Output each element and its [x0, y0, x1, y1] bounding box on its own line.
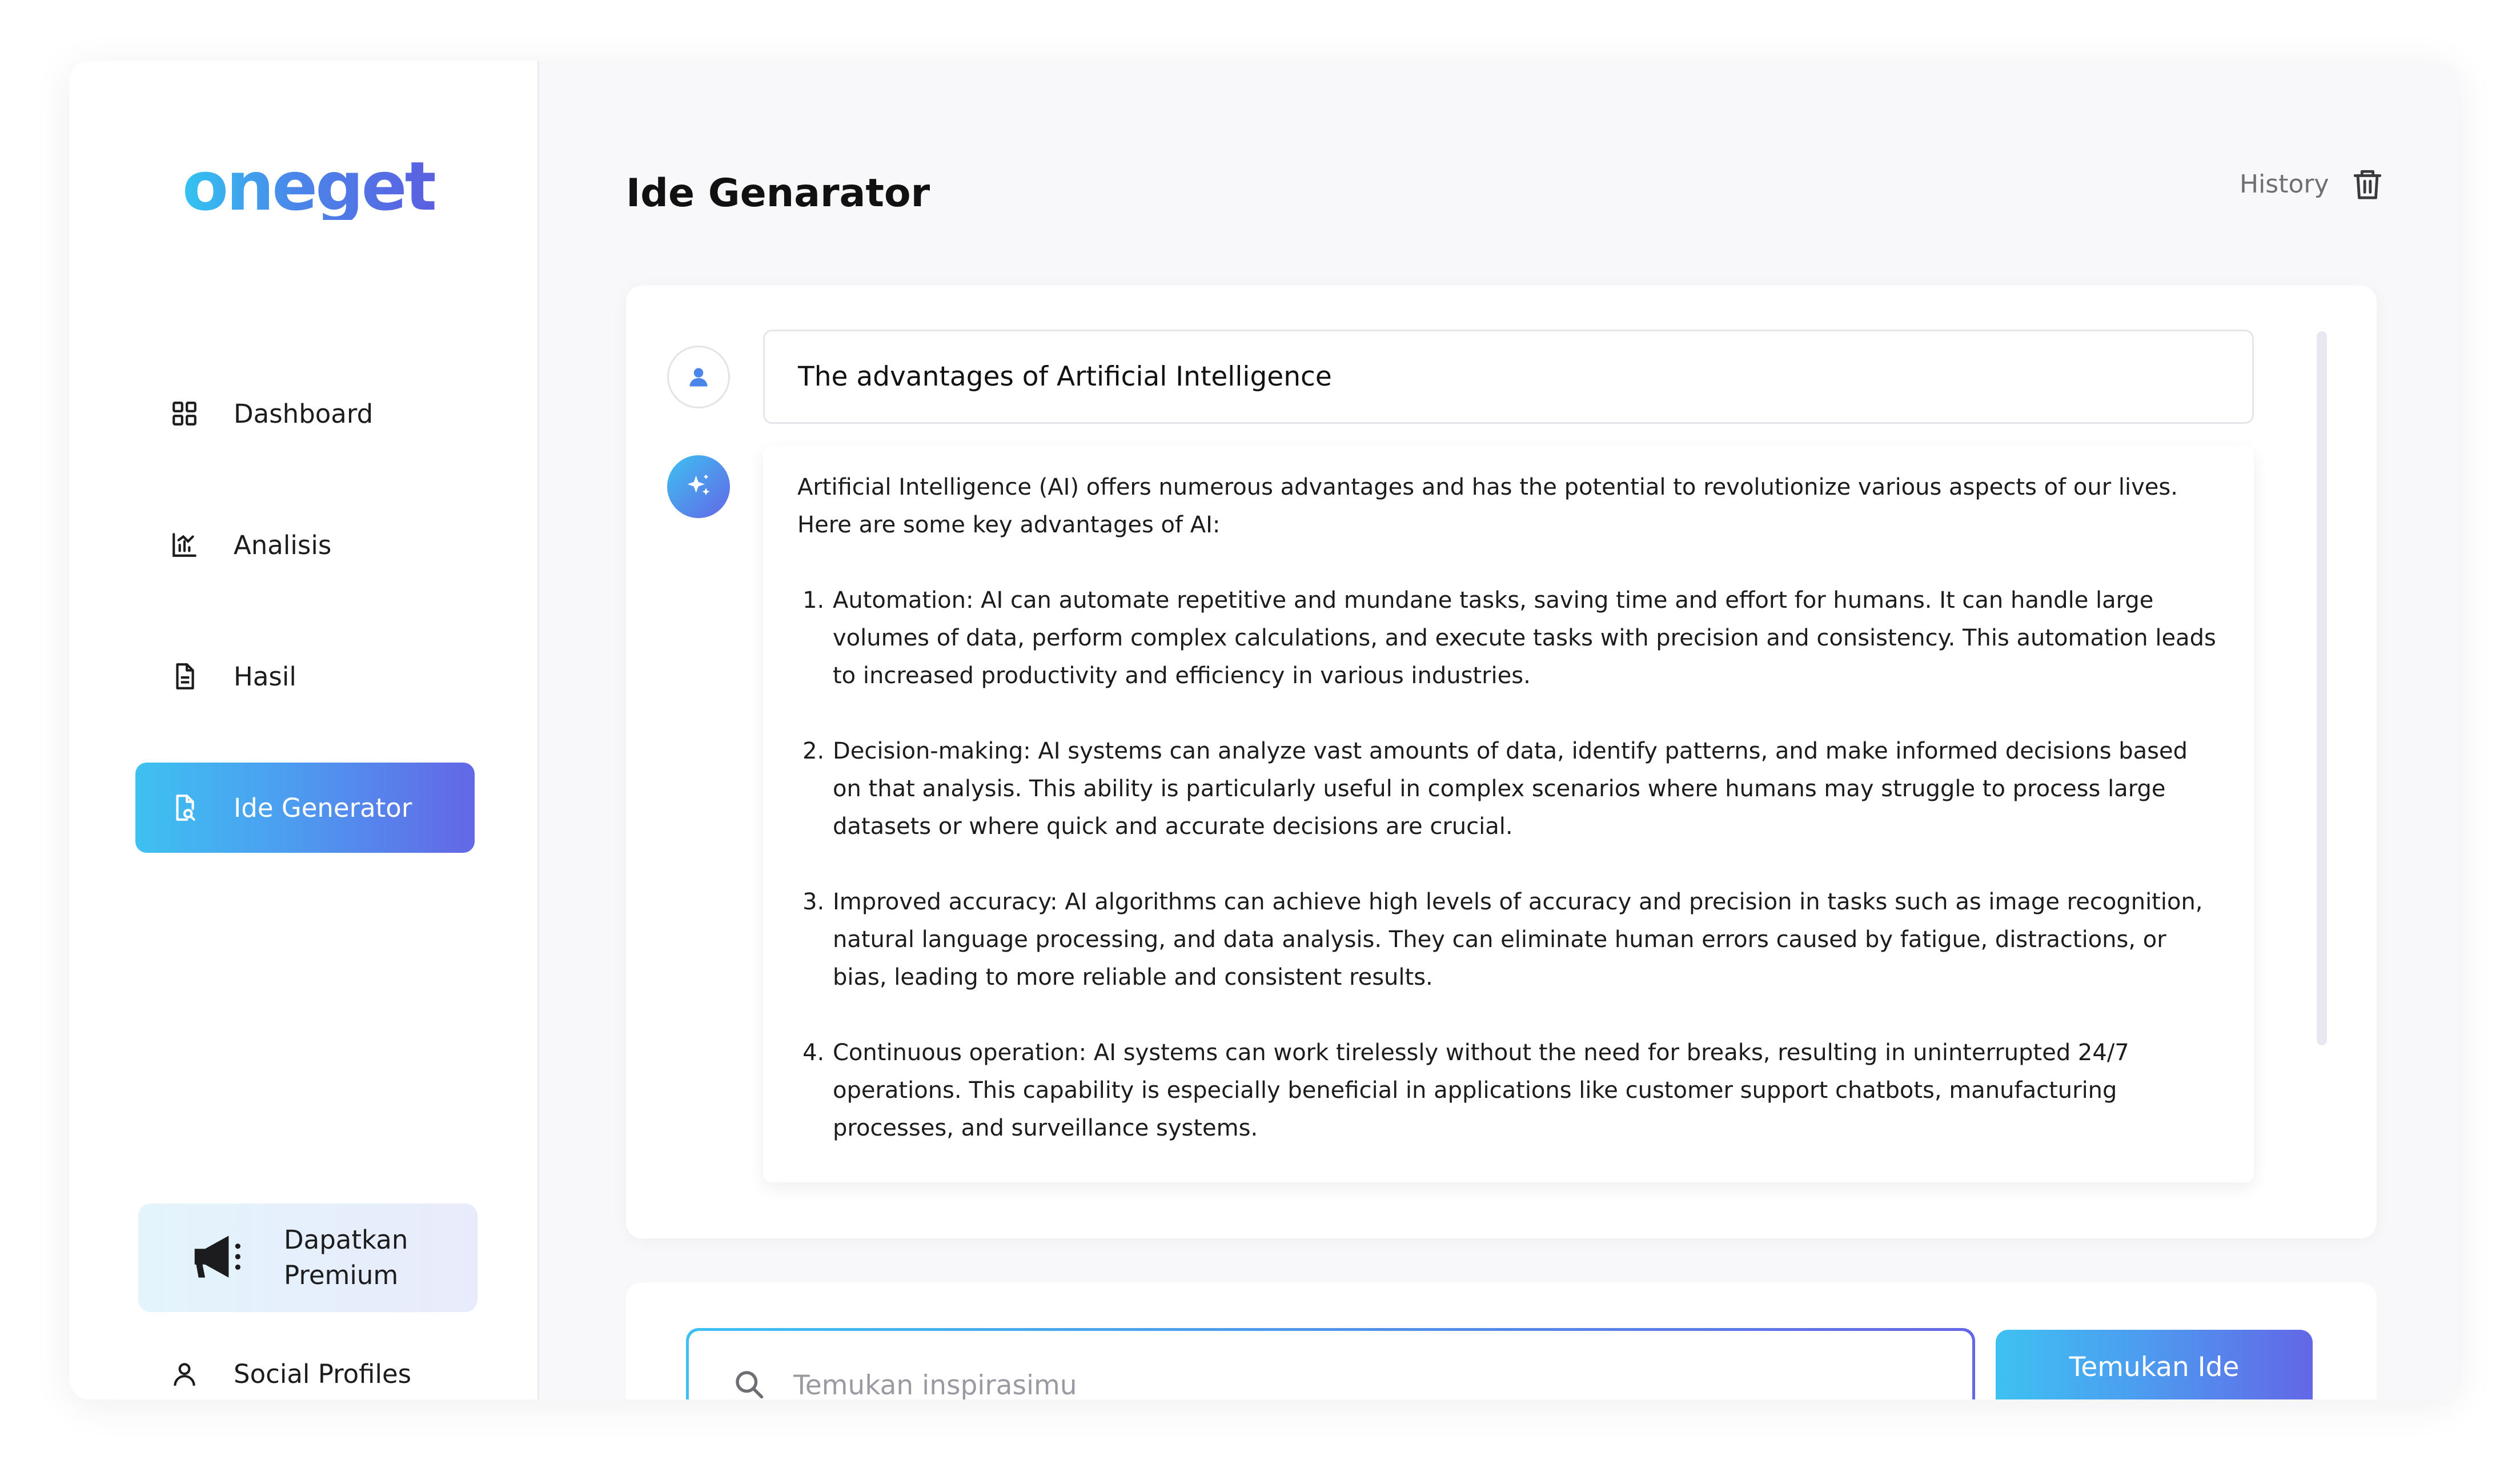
response-point: Continuous operation: AI systems can wor… — [832, 1034, 2220, 1147]
response-list: Automation: AI can automate repetitive a… — [797, 581, 2220, 1147]
premium-label: Dapatkan Premium — [284, 1222, 408, 1293]
response-point: Decision-making: AI systems can analyze … — [832, 732, 2220, 845]
ai-avatar — [667, 455, 730, 518]
search-input-container[interactable] — [689, 1331, 1972, 1399]
sidebar-item-label: Dashboard — [234, 398, 374, 429]
user-icon — [689, 368, 708, 387]
sidebar-item-label: Analisis — [234, 530, 332, 560]
search-icon — [732, 1367, 766, 1399]
user-avatar — [667, 346, 730, 408]
document-search-icon — [168, 792, 200, 824]
logo: oneget — [182, 147, 437, 226]
sidebar-item-label: Social Profiles — [234, 1358, 412, 1389]
response-point: Improved accuracy: AI algorithms can ach… — [832, 883, 2220, 996]
document-icon — [168, 660, 200, 692]
page-title: Ide Genarator — [626, 171, 930, 216]
premium-line-2: Premium — [284, 1260, 399, 1290]
user-icon — [168, 1358, 200, 1390]
sidebar: oneget Dashboard Analisis Hasil Ide Gene… — [69, 61, 539, 1399]
sidebar-item-dashboard[interactable]: Dashboard — [135, 368, 475, 459]
grid-icon — [168, 398, 200, 430]
sidebar-item-hasil[interactable]: Hasil — [135, 631, 475, 721]
sidebar-item-label: Hasil — [234, 661, 296, 692]
chart-icon — [168, 529, 200, 561]
app-window: oneget Dashboard Analisis Hasil Ide Gene… — [69, 61, 2458, 1399]
chat-scrollbar[interactable] — [2317, 331, 2327, 1045]
search-panel: Temukan Ide — [626, 1282, 2377, 1399]
prompt-message: The advantages of Artificial Intelligenc… — [763, 330, 2254, 424]
sparkle-icon — [687, 474, 710, 496]
history-button[interactable]: History — [2240, 167, 2384, 200]
sidebar-item-analisis[interactable]: Analisis — [135, 500, 475, 590]
search-input-border — [686, 1328, 1975, 1399]
sidebar-item-social-profiles[interactable]: Social Profiles — [168, 1358, 411, 1390]
megaphone-icon — [187, 1225, 250, 1290]
response-intro: Artificial Intelligence (AI) offers nume… — [797, 474, 2178, 538]
ai-response: Artificial Intelligence (AI) offers nume… — [763, 446, 2254, 1182]
response-point: Automation: AI can automate repetitive a… — [832, 581, 2220, 695]
sidebar-item-ide-generator[interactable]: Ide Generator — [135, 763, 475, 853]
chat-panel: The advantages of Artificial Intelligenc… — [626, 286, 2377, 1238]
premium-line-1: Dapatkan — [284, 1225, 408, 1255]
premium-banner[interactable]: Dapatkan Premium — [138, 1204, 477, 1312]
history-label: History — [2240, 169, 2329, 199]
sidebar-item-label: Ide Generator — [234, 792, 412, 823]
search-input[interactable] — [793, 1369, 1879, 1399]
find-idea-button[interactable]: Temukan Ide — [1996, 1330, 2313, 1399]
trash-icon[interactable] — [2351, 167, 2384, 200]
